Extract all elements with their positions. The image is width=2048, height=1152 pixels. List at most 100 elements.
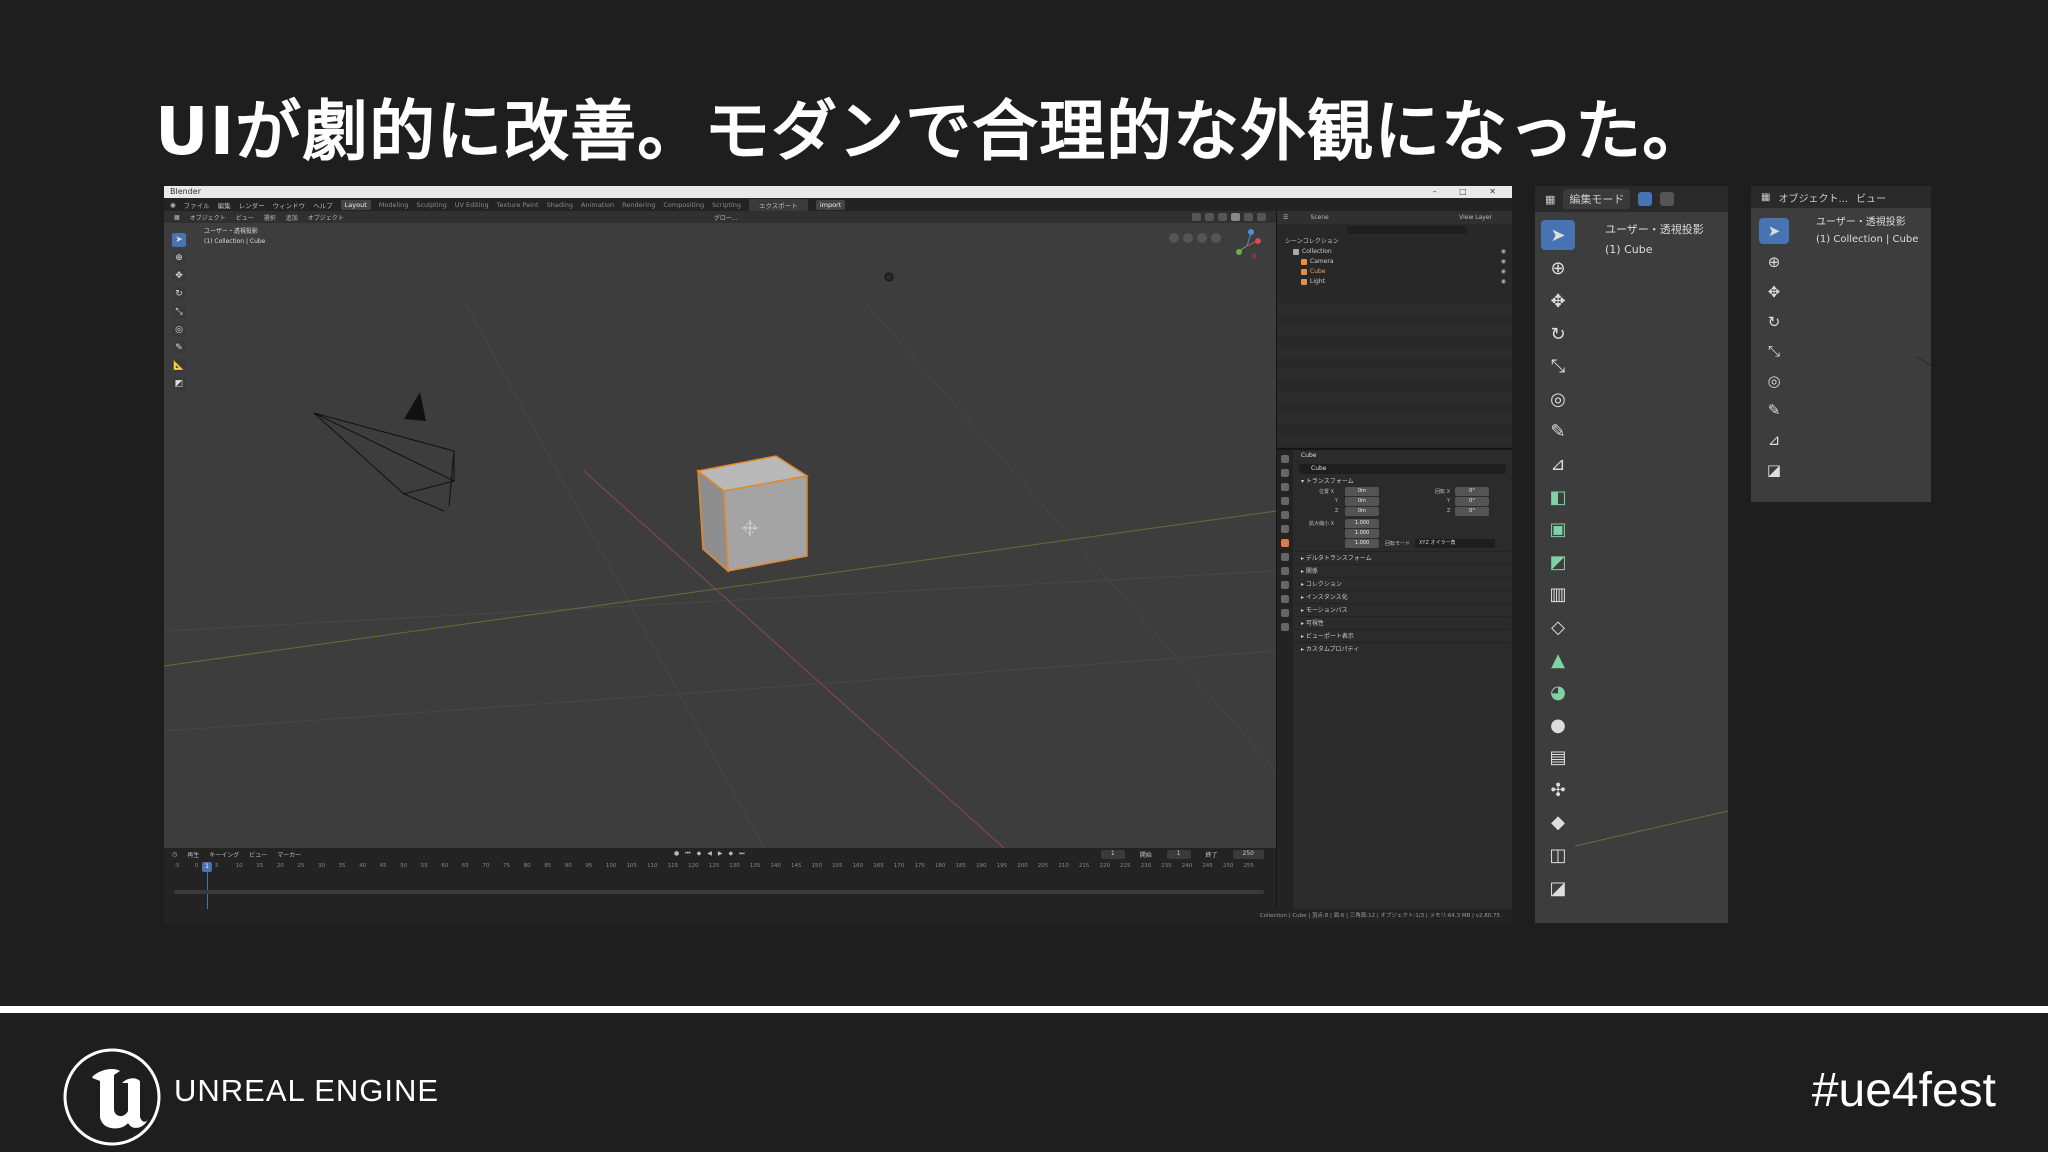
data-tab-icon[interactable] — [1281, 609, 1289, 617]
knife-tool-icon[interactable]: ◇ — [1541, 611, 1575, 644]
rotation-y-field[interactable]: 0° — [1455, 497, 1489, 506]
render-shading-icon[interactable] — [1257, 213, 1266, 221]
outliner-item-scene-collection[interactable]: シーンコレクション — [1285, 237, 1510, 247]
visibility-eye-icon[interactable]: ◉ — [1501, 267, 1506, 277]
blender-logo-icon[interactable]: ◉ — [170, 201, 176, 209]
tl-menu-view[interactable]: ビュー — [249, 850, 267, 859]
transform-tool-icon[interactable]: ◎ — [172, 323, 186, 337]
smooth-tool-icon[interactable]: ● — [1541, 709, 1575, 742]
timeline-scrollbar[interactable] — [174, 890, 1264, 894]
visibility-eye-icon[interactable]: ◉ — [1501, 277, 1506, 287]
location-x-field[interactable]: 0m — [1345, 487, 1379, 496]
current-frame-field[interactable]: 1 — [1100, 850, 1125, 859]
section-viewport-display[interactable]: ▸ ビューポート表示 — [1295, 629, 1510, 642]
section-collections[interactable]: ▸ コレクション — [1295, 577, 1510, 590]
rotation-mode-select[interactable]: XYZ オイラー角 — [1415, 539, 1495, 548]
scene-label[interactable]: Scene — [1310, 214, 1328, 221]
section-custom-properties[interactable]: ▸ カスタムプロパティ — [1295, 642, 1510, 655]
transform-panel-header[interactable]: ▾ トランスフォーム — [1295, 476, 1510, 487]
tab-import[interactable]: import — [815, 199, 846, 210]
scale-tool-icon[interactable]: ⤡ — [172, 305, 186, 319]
render-tab-icon[interactable] — [1281, 469, 1289, 477]
timeline[interactable]: ◷ 再生 キーイング ビュー マーカー ● ⏮ ◆ ◀ ▶ ◆ ⏭ 1 開始 1… — [164, 848, 1276, 909]
rotate-tool-icon[interactable]: ↻ — [1759, 307, 1789, 337]
annotate-tool-icon[interactable]: ✎ — [1759, 396, 1789, 426]
cursor-tool-icon[interactable]: ⊕ — [172, 251, 186, 265]
constraints-tab-icon[interactable] — [1281, 595, 1289, 603]
select-tool-icon[interactable]: ➤ — [172, 233, 186, 247]
visibility-eye-icon[interactable]: ◉ — [1501, 257, 1506, 267]
move-tool-icon[interactable]: ✥ — [1759, 277, 1789, 307]
outliner-item-cube[interactable]: Cube ◉ — [1285, 267, 1510, 277]
section-relations[interactable]: ▸ 関係 — [1295, 564, 1510, 577]
poly-build-tool-icon[interactable]: ▲ — [1541, 644, 1575, 677]
timeline-editor-icon[interactable]: ◷ — [172, 851, 177, 858]
visibility-eye-icon[interactable]: ◉ — [1501, 247, 1506, 257]
shear-tool-icon[interactable]: ◆ — [1541, 807, 1575, 840]
zoom-icon[interactable] — [1169, 233, 1179, 243]
modifier-tab-icon[interactable] — [1281, 553, 1289, 561]
xray-icon[interactable] — [1205, 213, 1214, 221]
rip-tool-icon[interactable]: ◫ — [1541, 839, 1575, 872]
output-tab-icon[interactable] — [1281, 483, 1289, 491]
edge-slide-tool-icon[interactable]: ▤ — [1541, 742, 1575, 775]
overlay-icon[interactable] — [1192, 213, 1201, 221]
inset-tool-icon[interactable]: ▣ — [1541, 513, 1575, 546]
annotate-tool-icon[interactable]: ✎ — [1541, 416, 1575, 449]
vp-menu-select[interactable]: 選択 — [264, 213, 276, 222]
rotation-x-field[interactable]: 0° — [1455, 487, 1489, 496]
tab-export[interactable]: エクスポート — [749, 198, 808, 211]
vp-menu-add[interactable]: 追加 — [286, 213, 298, 222]
tab-compositing[interactable]: Compositing — [663, 201, 704, 209]
loop-cut-tool-icon[interactable]: ▥ — [1541, 579, 1575, 612]
scale-y-field[interactable]: 1.000 — [1345, 529, 1379, 538]
rotate-tool-icon[interactable]: ↻ — [172, 287, 186, 301]
editor-type-icon[interactable]: ▦ — [174, 214, 180, 221]
menu-help[interactable]: ヘルプ — [313, 200, 333, 210]
tab-modeling[interactable]: Modeling — [379, 201, 409, 209]
record-icon[interactable]: ● — [674, 850, 679, 858]
outliner-search[interactable] — [1347, 226, 1467, 234]
shrink-fatten-tool-icon[interactable]: ✣ — [1541, 774, 1575, 807]
extrude-tool-icon[interactable]: ◧ — [1541, 481, 1575, 514]
tab-uv-editing[interactable]: UV Editing — [455, 201, 489, 209]
tl-menu-keying[interactable]: キーイング — [209, 850, 239, 859]
location-z-field[interactable]: 0m — [1345, 507, 1379, 516]
vp-menu-view[interactable]: ビュー — [236, 213, 254, 222]
next-key-icon[interactable]: ◆ — [729, 850, 734, 858]
rotate-tool-icon[interactable]: ↻ — [1541, 318, 1575, 351]
transform-tool-icon[interactable]: ◎ — [1759, 366, 1789, 396]
play-icon[interactable]: ▶ — [718, 850, 723, 858]
world-tab-icon[interactable] — [1281, 525, 1289, 533]
outliner-item-collection[interactable]: Collection ◉ — [1285, 247, 1510, 257]
annotate-tool-icon[interactable]: ✎ — [172, 341, 186, 355]
section-visibility[interactable]: ▸ 可視性 — [1295, 616, 1510, 629]
select-tool-icon[interactable]: ➤ — [1541, 220, 1575, 250]
tab-scripting[interactable]: Scripting — [712, 201, 741, 209]
add-cube-tool-icon[interactable]: ◪ — [1759, 455, 1789, 485]
play-reverse-icon[interactable]: ◀ — [707, 850, 712, 858]
measure-tool-icon[interactable]: ⊿ — [1759, 425, 1789, 455]
section-motion-paths[interactable]: ▸ モーションパス — [1295, 603, 1510, 616]
view-layer-tab-icon[interactable] — [1281, 497, 1289, 505]
menu-edit[interactable]: 編集 — [218, 200, 231, 210]
view-layer-label[interactable]: View Layer — [1459, 214, 1492, 221]
scale-z-field[interactable]: 1.000 — [1345, 539, 1379, 548]
object-name-field[interactable]: Cube — [1299, 464, 1506, 474]
tl-menu-playback[interactable]: 再生 — [187, 850, 199, 859]
rotation-z-field[interactable]: 0° — [1455, 507, 1489, 516]
tab-animation[interactable]: Animation — [581, 201, 614, 209]
outliner-item-camera[interactable]: Camera ◉ — [1285, 257, 1510, 267]
solid-shading-icon[interactable] — [1231, 213, 1240, 221]
object-tab-icon[interactable] — [1281, 539, 1289, 547]
outliner-editor-icon[interactable]: ☰ — [1283, 214, 1288, 221]
spin-tool-icon[interactable]: ◕ — [1541, 676, 1575, 709]
tl-menu-marker[interactable]: マーカー — [277, 850, 301, 859]
transform-tool-icon[interactable]: ◎ — [1541, 383, 1575, 416]
tab-layout[interactable]: Layout — [340, 199, 371, 210]
menu-render[interactable]: レンダー — [239, 200, 265, 210]
vp-menu-object[interactable]: オブジェクト — [308, 213, 344, 222]
wireframe-shading-icon[interactable] — [1218, 213, 1227, 221]
3d-viewport[interactable]: ▦ オブジェクト ビュー 選択 追加 オブジェクト グロー... ユーザー・透視… — [164, 211, 1276, 848]
jump-end-icon[interactable]: ⏭ — [739, 850, 744, 858]
